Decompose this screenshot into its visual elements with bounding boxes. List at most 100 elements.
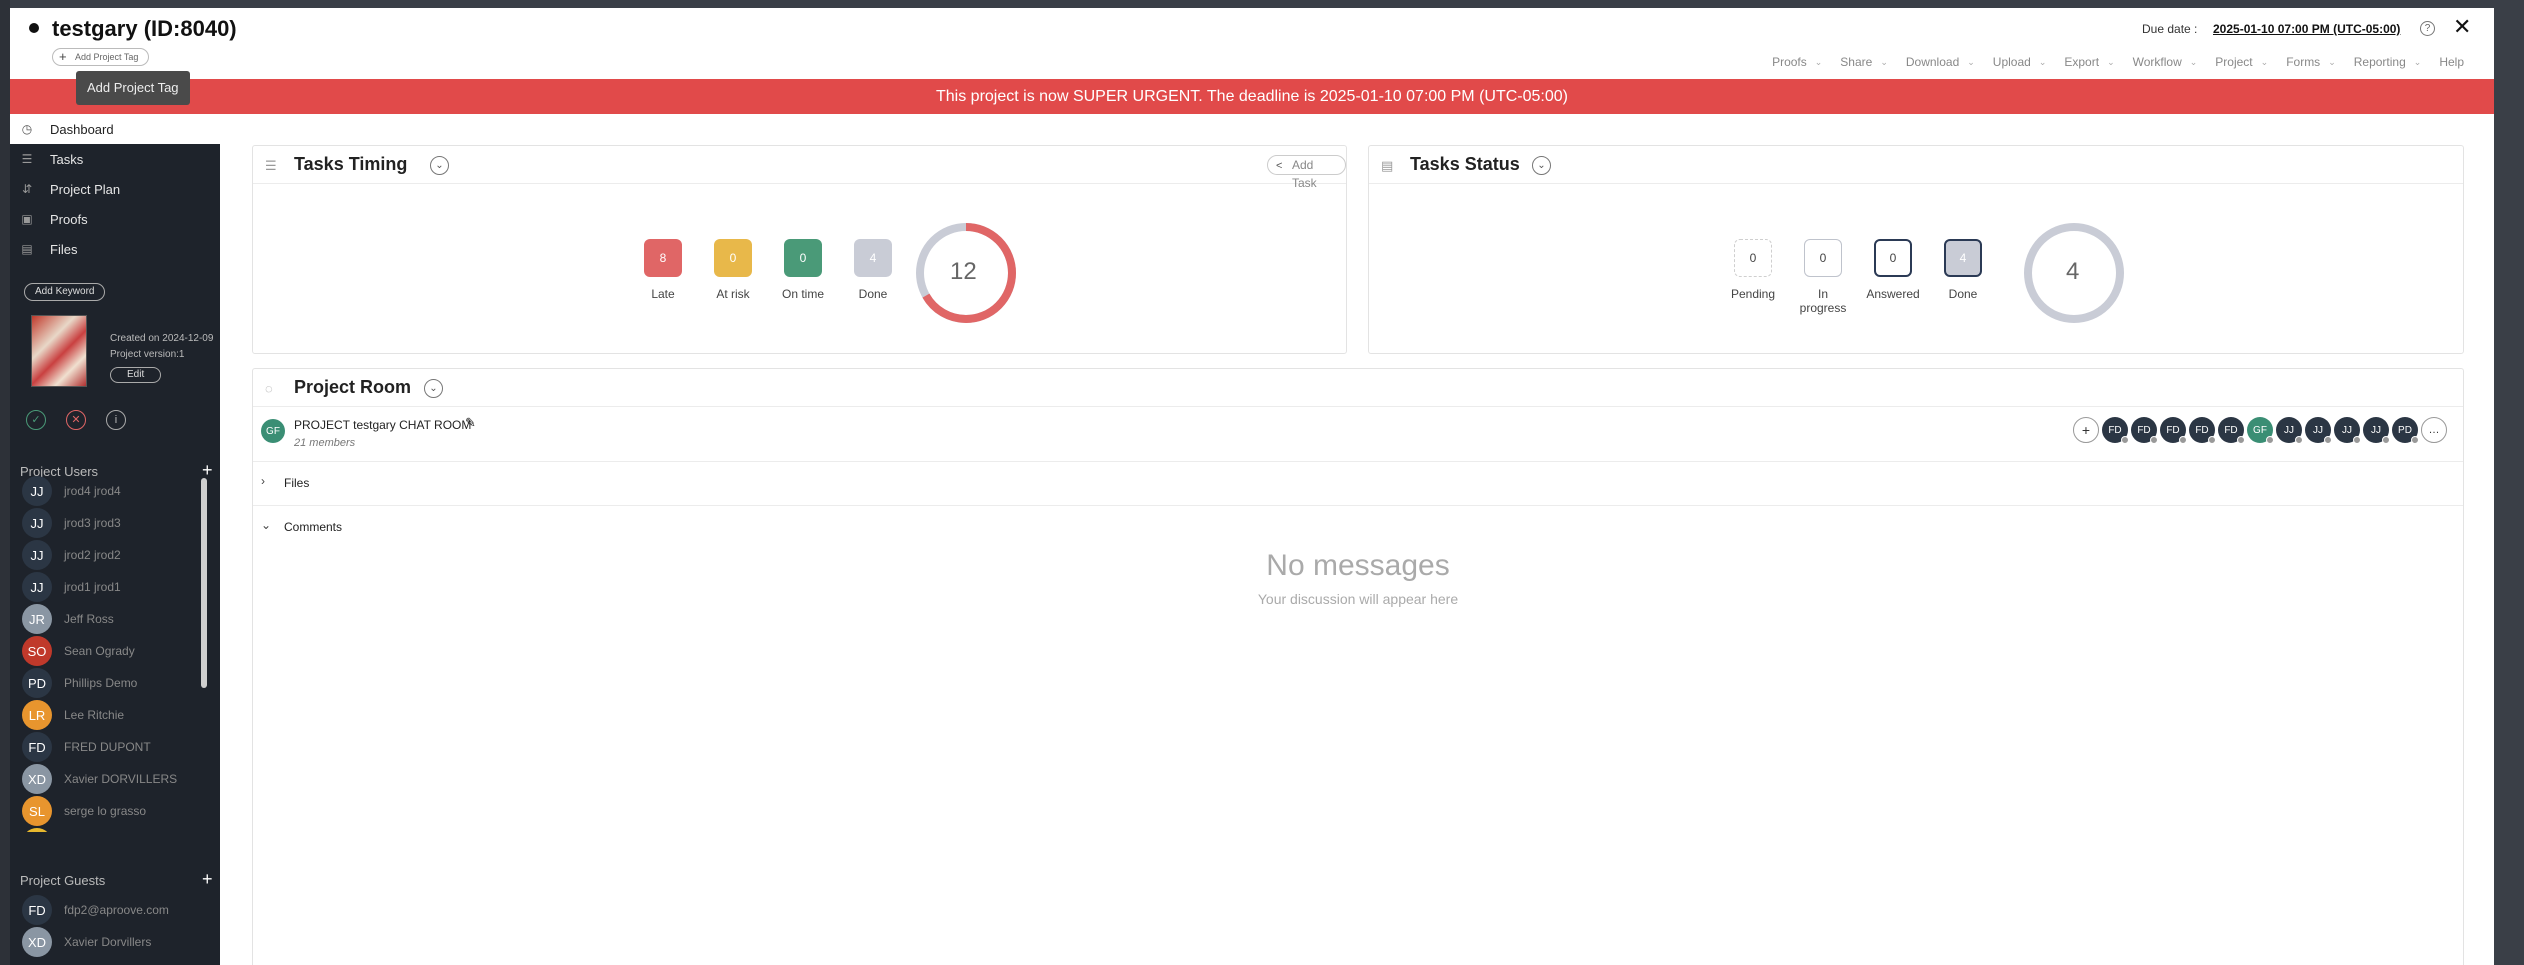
stat-count: 0: [784, 239, 822, 277]
menu-item-label: Forms: [2286, 55, 2321, 69]
list-item[interactable]: FD FRED DUPONT: [22, 731, 212, 763]
avatar-initials: JJ: [2313, 424, 2323, 436]
menu-item-proofs[interactable]: Proofs ⌄: [1772, 55, 1822, 69]
sidebar-item-project-plan[interactable]: ⇵ Project Plan: [10, 174, 220, 204]
close-icon[interactable]: ✕: [2453, 14, 2471, 40]
reject-icon[interactable]: ✕: [66, 410, 86, 430]
menu-item-reporting[interactable]: Reporting ⌄: [2354, 55, 2422, 69]
menu-item-project[interactable]: Project ⌄: [2215, 55, 2268, 69]
add-project-tag-label: Add Project Tag: [75, 52, 139, 62]
avatar[interactable]: GF: [2247, 417, 2274, 444]
list-item[interactable]: XD Xavier DORVILLERS: [22, 763, 212, 795]
chat-room-row[interactable]: GF PROJECT testgary CHAT ROOM ✎ 21 membe…: [253, 407, 2463, 462]
list-item[interactable]: SL serge lo grasso: [22, 795, 212, 827]
presence-dot: [2382, 436, 2390, 444]
menu-item-help[interactable]: Help: [2439, 55, 2464, 69]
avatar-initials: JJ: [2284, 424, 2294, 436]
sidebar-nav: ◷ Dashboard ☰ Tasks ⇵ Project Plan ▣ Proofs ▤ Fil…: [10, 114, 220, 264]
menu-item-share[interactable]: Share ⌄: [1840, 55, 1888, 69]
list-item[interactable]: JJ jrod4 jrod4: [22, 475, 212, 507]
list-item[interactable]: SO Sean Ogrady: [22, 635, 212, 667]
user-name: FRED DUPONT: [64, 740, 151, 754]
top-menu: Proofs ⌄ Share ⌄ Download ⌄ Upload ⌄ Export ⌄ Work…: [1754, 55, 2464, 69]
edit-button[interactable]: Edit: [110, 367, 162, 383]
list-item[interactable]: [22, 827, 212, 832]
due-date-label: Due date :: [2142, 22, 2198, 36]
menu-item-download[interactable]: Download ⌄: [1906, 55, 1975, 69]
avatar[interactable]: JJ: [2305, 417, 2332, 444]
avatar[interactable]: PD: [2392, 417, 2419, 444]
chevron-down-icon: ⌄: [2038, 56, 2047, 67]
timing-stat-at-risk[interactable]: 0 At risk: [703, 239, 763, 301]
chevron-down-icon[interactable]: ⌄: [430, 156, 449, 175]
chevron-down-icon: ⌄: [1880, 56, 1888, 67]
menu-item-forms[interactable]: Forms ⌄: [2286, 55, 2336, 69]
avatar[interactable]: FD: [2189, 417, 2216, 444]
project-thumbnail[interactable]: [31, 315, 87, 387]
timing-stat-done[interactable]: 4 Done: [843, 239, 903, 301]
avatar[interactable]: JJ: [2363, 417, 2390, 444]
list-item[interactable]: JJ jrod2 jrod2: [22, 539, 212, 571]
due-date-link[interactable]: 2025-01-10 07:00 PM (UTC-05:00): [2213, 22, 2400, 36]
sidebar-item-tasks[interactable]: ☰ Tasks: [10, 144, 220, 174]
menu-item-label: Upload: [1992, 55, 2031, 69]
document-icon: ▤: [1381, 158, 1394, 173]
status-stat-in-progress[interactable]: 0 In progress: [1793, 239, 1853, 315]
tooltip: Add Project Tag: [76, 71, 190, 105]
sidebar-item-proofs[interactable]: ▣ Proofs: [10, 204, 220, 234]
status-dot-icon: [29, 23, 39, 33]
chevron-down-icon: ⌄: [1967, 56, 1975, 67]
presence-dot: [2324, 436, 2332, 444]
files-section-toggle[interactable]: › Files: [253, 462, 2463, 506]
comments-section-toggle[interactable]: ⌄ Comments: [253, 506, 2463, 550]
avatar: FD: [22, 895, 52, 925]
list-item[interactable]: LR Lee Ritchie: [22, 699, 212, 731]
tasks-timing-header: ☰ Tasks Timing ⌄ < Add Task: [253, 146, 1346, 190]
menu-item-upload[interactable]: Upload ⌄: [1993, 55, 2047, 69]
avatar[interactable]: FD: [2102, 417, 2129, 444]
presence-dot: [2237, 436, 2245, 444]
add-member-icon[interactable]: +: [2073, 417, 2099, 443]
chevron-down-icon: ⌄: [2413, 56, 2422, 67]
avatar[interactable]: JJ: [2276, 417, 2303, 444]
menu-item-label: Proofs: [1772, 55, 1807, 69]
status-stat-pending[interactable]: 0 Pending: [1723, 239, 1783, 301]
avatar: FD: [22, 732, 52, 762]
menu-item-workflow[interactable]: Workflow ⌄: [2133, 55, 2198, 69]
sidebar-item-files[interactable]: ▤ Files: [10, 234, 220, 264]
avatar[interactable]: FD: [2160, 417, 2187, 444]
info-icon[interactable]: i: [106, 410, 126, 430]
avatar-initials: FD: [2137, 424, 2151, 436]
add-project-tag-button[interactable]: + Add Project Tag: [52, 48, 150, 66]
sidebar-item-dashboard[interactable]: ◷ Dashboard: [10, 114, 220, 144]
avatar[interactable]: FD: [2218, 417, 2245, 444]
avatar[interactable]: FD: [2131, 417, 2158, 444]
chevron-down-icon[interactable]: ⌄: [1532, 156, 1551, 175]
pencil-icon[interactable]: ✎: [465, 415, 476, 431]
project-users-list: JJ jrod4 jrod4 JJ jrod3 jrod3 JJ jrod2 jrod2 J…: [22, 475, 212, 832]
files-icon: ▤: [21, 242, 33, 256]
avatar[interactable]: JJ: [2334, 417, 2361, 444]
approve-icon[interactable]: ✓: [26, 410, 46, 430]
list-item[interactable]: XD Xavier Dorvillers: [22, 926, 212, 958]
list-item[interactable]: JR Jeff Ross: [22, 603, 212, 635]
page-title: testgary (ID:8040): [52, 16, 237, 41]
timing-stat-late[interactable]: 8 Late: [633, 239, 693, 301]
project-room-title: Project Room: [294, 377, 412, 397]
timing-stat-on-time[interactable]: 0 On time: [773, 239, 833, 301]
status-stat-answered[interactable]: 0 Answered: [1863, 239, 1923, 301]
add-task-button[interactable]: < Add Task: [1267, 155, 1346, 190]
list-item[interactable]: PD Phillips Demo: [22, 667, 212, 699]
list-item[interactable]: JJ jrod1 jrod1: [22, 571, 212, 603]
help-icon[interactable]: ?: [2420, 21, 2435, 36]
add-guest-icon[interactable]: +: [202, 869, 213, 890]
list-item[interactable]: FD fdp2@aproove.com: [22, 894, 212, 926]
menu-item-export[interactable]: Export ⌄: [2064, 55, 2114, 69]
more-members-icon[interactable]: …: [2421, 417, 2447, 443]
chat-icon: ◌: [265, 381, 273, 396]
status-stat-done[interactable]: 4 Done: [1933, 239, 1993, 301]
add-keyword-button[interactable]: Add Keyword: [24, 283, 106, 301]
users-scrollbar[interactable]: [201, 478, 207, 688]
list-item[interactable]: JJ jrod3 jrod3: [22, 507, 212, 539]
chevron-down-icon[interactable]: ⌄: [424, 379, 443, 398]
